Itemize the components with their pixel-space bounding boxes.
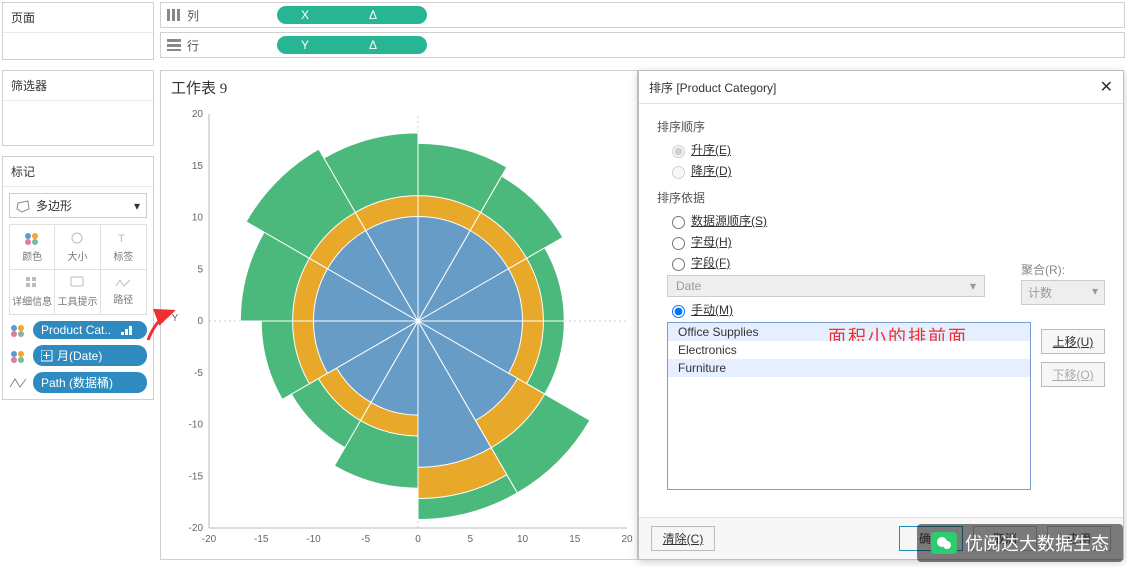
delta-icon: Δ xyxy=(369,8,377,22)
columns-shelf[interactable]: 列 X Δ xyxy=(160,2,1125,28)
size-button[interactable]: 大小 xyxy=(55,225,100,269)
rows-field-y[interactable]: Y Δ xyxy=(277,36,427,54)
svg-text:-5: -5 xyxy=(361,534,370,545)
sort-dialog: 排序 [Product Category] ✕ 排序顺序 升序(E) 降序(D)… xyxy=(638,70,1124,560)
rows-icon xyxy=(167,39,181,51)
svg-text:5: 5 xyxy=(197,264,203,275)
worksheet-view[interactable]: 工作表 9 20 15 10 5 0 -5 -10 -15 -20-20 -15 -10 -5 0 5 10… xyxy=(160,70,638,560)
svg-text:-20: -20 xyxy=(189,523,204,534)
aggregation-select[interactable]: 计数▾ xyxy=(1021,280,1105,305)
mark-type-dropdown[interactable]: 多边形 ▾ xyxy=(9,193,147,218)
filters-label: 筛选器 xyxy=(3,71,153,101)
pill-month-date[interactable]: 月(Date) xyxy=(33,345,147,366)
delta-icon: Δ xyxy=(369,38,377,52)
color-icon xyxy=(23,231,41,245)
coxcomb-chart: 20 15 10 5 0 -5 -10 -15 -20-20 -15 -10 -5 0 5 10 15 20 Y xyxy=(161,104,637,564)
svg-text:0: 0 xyxy=(197,316,203,327)
detail-icon xyxy=(25,276,39,290)
sort-by-label: 排序依据 xyxy=(657,189,1105,206)
path-icon xyxy=(9,377,29,389)
radio-datasource-order[interactable]: 数据源顺序(S) xyxy=(667,212,1105,229)
watermark: 优阅达大数据生态 xyxy=(917,524,1123,562)
filters-shelf[interactable]: 筛选器 xyxy=(2,70,154,146)
svg-text:0: 0 xyxy=(415,534,421,545)
svg-text:-10: -10 xyxy=(189,420,204,431)
pages-shelf[interactable]: 页面 xyxy=(2,2,154,60)
clear-button[interactable]: 清除(C) xyxy=(651,526,715,551)
size-icon xyxy=(69,231,85,245)
close-icon[interactable]: ✕ xyxy=(1100,77,1113,97)
pages-label: 页面 xyxy=(3,3,153,33)
list-item[interactable]: Office Supplies面积小的排前面 xyxy=(668,323,1030,341)
radio-ascending[interactable]: 升序(E) xyxy=(667,141,1105,158)
detail-button[interactable]: 详细信息 xyxy=(10,270,55,314)
svg-text:Y: Y xyxy=(172,313,179,324)
tooltip-button[interactable]: 工具提示 xyxy=(55,270,100,314)
sort-icon xyxy=(121,324,135,336)
svg-text:15: 15 xyxy=(569,534,581,545)
sheet-title: 工作表 9 xyxy=(161,71,637,104)
color-button[interactable]: 颜色 xyxy=(10,225,55,269)
svg-text:-5: -5 xyxy=(194,368,203,379)
radio-alphabetic[interactable]: 字母(H) xyxy=(667,233,1105,250)
aggregation-label: 聚合(R): xyxy=(1021,261,1105,278)
color-icon xyxy=(9,349,29,363)
rows-shelf[interactable]: 行 Y Δ xyxy=(160,32,1125,58)
svg-text:10: 10 xyxy=(517,534,529,545)
plus-icon xyxy=(41,350,53,362)
path-icon xyxy=(115,278,131,288)
dialog-title-text: 排序 [Product Category] xyxy=(649,79,776,96)
svg-text:-10: -10 xyxy=(306,534,321,545)
svg-text:10: 10 xyxy=(192,213,204,224)
marks-card: 标记 多边形 ▾ 颜色 大小 T 标签 详细信息 xyxy=(2,156,154,400)
marks-label: 标记 xyxy=(3,157,153,187)
color-icon xyxy=(9,323,29,337)
pill-product-category[interactable]: Product Cat.. xyxy=(33,321,147,339)
field-select[interactable]: Date▾ xyxy=(667,275,985,297)
columns-field-x[interactable]: X Δ xyxy=(277,6,427,24)
pill-path-bin[interactable]: Path (数据桶) xyxy=(33,372,147,393)
polygon-icon xyxy=(16,199,30,213)
svg-text:-20: -20 xyxy=(202,534,217,545)
columns-icon xyxy=(167,9,181,21)
radio-descending[interactable]: 降序(D) xyxy=(667,162,1105,179)
path-button[interactable]: 路径 xyxy=(101,270,146,314)
tooltip-icon xyxy=(70,276,84,290)
label-button[interactable]: T 标签 xyxy=(101,225,146,269)
move-down-button[interactable]: 下移(O) xyxy=(1041,362,1105,387)
wechat-icon xyxy=(931,532,957,554)
list-item[interactable]: Furniture xyxy=(668,359,1030,377)
svg-text:20: 20 xyxy=(621,534,633,545)
svg-text:-15: -15 xyxy=(189,471,204,482)
move-up-button[interactable]: 上移(U) xyxy=(1041,329,1105,354)
columns-label: 列 xyxy=(187,7,199,24)
sort-order-label: 排序顺序 xyxy=(657,118,1105,135)
rows-label: 行 xyxy=(187,37,199,54)
mark-type-value: 多边形 xyxy=(36,197,72,214)
svg-text:15: 15 xyxy=(192,161,204,172)
svg-text:T: T xyxy=(118,233,125,245)
svg-text:-15: -15 xyxy=(254,534,269,545)
caret-down-icon: ▾ xyxy=(134,199,140,213)
svg-text:5: 5 xyxy=(467,534,473,545)
svg-text:20: 20 xyxy=(192,109,204,120)
list-item[interactable]: Electronics xyxy=(668,341,1030,359)
label-icon: T xyxy=(116,231,130,245)
manual-sort-list[interactable]: Office Supplies面积小的排前面 Electronics Furni… xyxy=(667,322,1031,490)
